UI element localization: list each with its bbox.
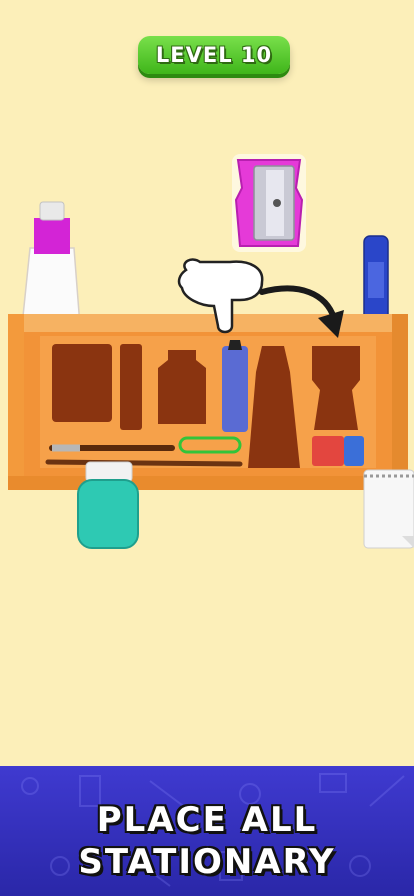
placed-eraser[interactable]: [312, 436, 344, 466]
pencil-sharpener[interactable]: [232, 154, 306, 252]
placed-marker[interactable]: [222, 346, 248, 432]
game-board: [8, 154, 414, 549]
paint-jar[interactable]: [77, 461, 139, 549]
slot-sharpener: [312, 346, 360, 430]
banner-line-1: PLACE ALL: [96, 800, 318, 840]
stationery-box: [8, 314, 408, 490]
slot-marker: [120, 344, 142, 430]
placed-brush-2[interactable]: [45, 459, 243, 467]
glue-tube[interactable]: [21, 201, 81, 327]
slot-notepad: [52, 344, 112, 422]
bottom-banner: PLACE ALL STATIONARY: [0, 766, 414, 896]
banner-line-2: STATIONARY: [78, 842, 336, 882]
notepad[interactable]: [363, 469, 414, 549]
